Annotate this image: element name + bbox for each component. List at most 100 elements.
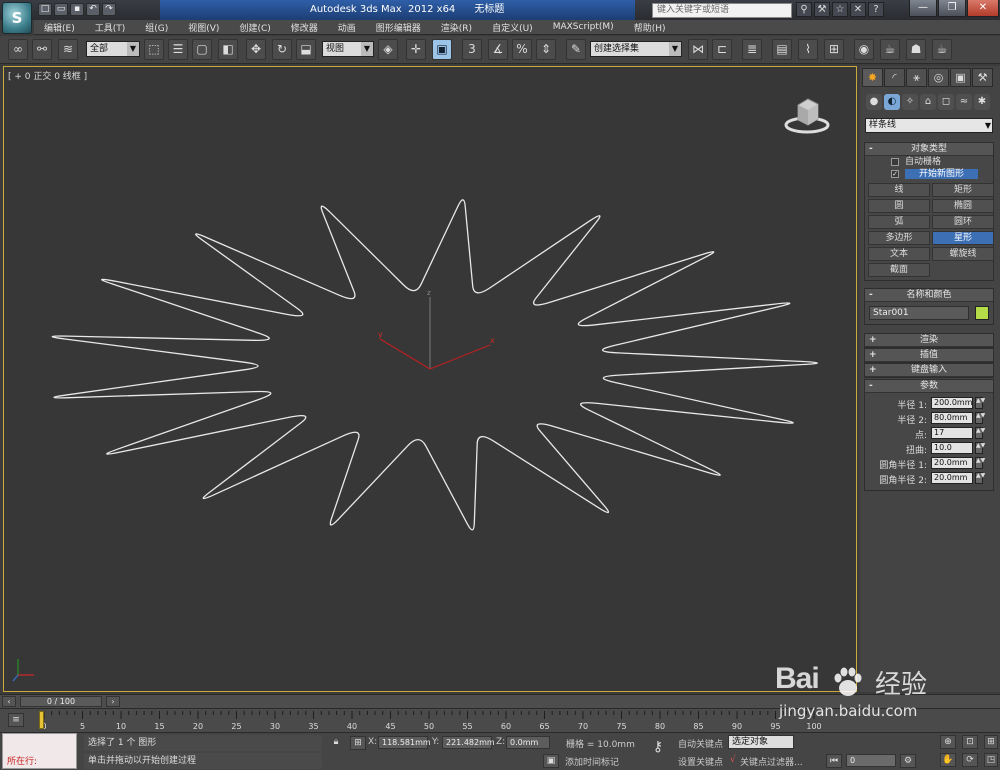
line-button[interactable]: 线: [868, 183, 930, 197]
absolute-mode-icon[interactable]: ⊞: [350, 736, 366, 750]
radius1-spinner[interactable]: ▲▼: [975, 397, 985, 409]
graphite-tools-icon[interactable]: ▤: [772, 39, 792, 60]
rendering-header[interactable]: + 渲染: [865, 334, 993, 347]
time-slider[interactable]: ‹ 0 / 100 ›: [0, 694, 1000, 708]
undo-icon[interactable]: ↶: [86, 3, 100, 16]
time-tag-icon[interactable]: ▣: [543, 754, 559, 768]
app-logo-button[interactable]: S: [2, 2, 32, 34]
menu-graph-editors[interactable]: 图形编辑器: [366, 21, 431, 34]
rectangular-selection-icon[interactable]: ▢: [192, 39, 212, 60]
donut-button[interactable]: 圆环: [932, 215, 994, 229]
zoom-all-icon[interactable]: ⊞: [984, 735, 998, 749]
menu-rendering[interactable]: 渲染(R): [431, 21, 482, 34]
open-file-icon[interactable]: ▭: [54, 3, 68, 16]
menu-animation[interactable]: 动画: [328, 21, 366, 34]
current-frame-marker[interactable]: [39, 711, 44, 729]
set-key-button[interactable]: 设置关键点: [678, 755, 723, 768]
close-window-button[interactable]: ✕: [967, 0, 999, 17]
x-coordinate-field[interactable]: 118.581mm: [378, 736, 431, 749]
text-button[interactable]: 文本: [868, 247, 930, 261]
shape-category-dropdown[interactable]: 样条线 ▼: [865, 118, 993, 133]
reference-coord-dropdown[interactable]: 视图 ▼: [322, 41, 374, 57]
start-new-shape-button[interactable]: 开始新图形: [905, 169, 979, 179]
window-crossing-icon[interactable]: ◧: [218, 39, 238, 60]
go-to-start-icon[interactable]: ⏮: [826, 754, 842, 768]
display-tab-icon[interactable]: ▣: [950, 68, 971, 87]
create-tab-icon[interactable]: ✸: [862, 68, 883, 87]
select-object-icon[interactable]: ⬚: [144, 39, 164, 60]
key-icon[interactable]: ⚷: [646, 740, 670, 759]
autogrid-checkbox[interactable]: [891, 158, 899, 166]
schematic-view-icon[interactable]: ⊞: [824, 39, 844, 60]
auto-key-button[interactable]: 自动关键点: [678, 737, 723, 750]
object-type-header[interactable]: - 对象类型: [865, 143, 993, 156]
mirror-icon[interactable]: ⋈: [688, 39, 708, 60]
radius2-input[interactable]: 80.0mm: [931, 412, 973, 424]
points-spinner[interactable]: ▲▼: [975, 427, 985, 439]
distortion-input[interactable]: 10.0: [931, 442, 973, 454]
binoculars-icon[interactable]: ⚲: [796, 2, 812, 17]
utilities-tab-icon[interactable]: ⚒: [972, 68, 993, 87]
menu-customize[interactable]: 自定义(U): [482, 21, 543, 34]
select-by-name-icon[interactable]: ☰: [168, 39, 188, 60]
new-file-icon[interactable]: □: [38, 3, 52, 16]
layer-manager-icon[interactable]: ≣: [742, 39, 762, 60]
star-button[interactable]: 星形: [932, 231, 994, 245]
radius1-input[interactable]: 200.0mm: [931, 397, 973, 409]
hierarchy-tab-icon[interactable]: ⚹: [906, 68, 927, 87]
systems-icon[interactable]: ✱: [974, 94, 990, 110]
orbit-icon[interactable]: ⟳: [962, 753, 978, 767]
rendered-frame-icon[interactable]: ☗: [906, 39, 926, 60]
arc-button[interactable]: 弧: [868, 215, 930, 229]
time-slider-thumb[interactable]: 0 / 100: [20, 696, 102, 707]
interpolation-header[interactable]: + 插值: [865, 349, 993, 362]
menu-create[interactable]: 创建(C): [229, 21, 280, 34]
align-icon[interactable]: ⊏: [712, 39, 732, 60]
key-filters-button[interactable]: 关键点过滤器...: [740, 755, 803, 768]
move-icon[interactable]: ✥: [246, 39, 266, 60]
tools-icon[interactable]: ⚒: [814, 2, 830, 17]
render-production-icon[interactable]: ☕: [932, 39, 952, 60]
minimize-button[interactable]: —: [909, 0, 937, 17]
redo-icon[interactable]: ↷: [102, 3, 116, 16]
current-frame-field[interactable]: 0: [846, 754, 896, 767]
time-config-icon[interactable]: ⚙: [900, 754, 916, 768]
viewcube-icon[interactable]: [784, 91, 830, 137]
rotate-icon[interactable]: ↻: [272, 39, 292, 60]
start-new-shape-checkbox[interactable]: ✓: [891, 170, 899, 178]
close-icon[interactable]: ✕: [850, 2, 866, 17]
named-selection-dropdown[interactable]: 创建选择集 ▼: [590, 41, 682, 57]
material-editor-icon[interactable]: ◉: [854, 39, 874, 60]
curve-editor-icon[interactable]: ⌇: [798, 39, 818, 60]
link-icon[interactable]: ∞: [8, 39, 28, 60]
distortion-spinner[interactable]: ▲▼: [975, 442, 985, 454]
y-coordinate-field[interactable]: 221.482mm: [442, 736, 495, 749]
add-time-tag-button[interactable]: 添加时间标记: [565, 755, 619, 768]
key-filter-icon[interactable]: √: [730, 755, 736, 765]
snaps-toggle-icon[interactable]: 3: [462, 39, 482, 60]
z-coordinate-field[interactable]: 0.0mm: [506, 736, 550, 749]
time-next-icon[interactable]: ›: [106, 696, 120, 707]
menu-help[interactable]: 帮助(H): [624, 21, 676, 34]
help-icon[interactable]: ?: [868, 2, 884, 17]
spinner-snap-icon[interactable]: ⇕: [536, 39, 556, 60]
circle-button[interactable]: 圆: [868, 199, 930, 213]
parameters-header[interactable]: - 参数: [865, 380, 993, 393]
shapes-icon[interactable]: ◐: [884, 94, 900, 110]
menu-edit[interactable]: 编辑(E): [34, 21, 85, 34]
selected-object-dropdown[interactable]: 选定对象: [728, 735, 794, 749]
menu-group[interactable]: 组(G): [135, 21, 178, 34]
pivot-center-icon[interactable]: ◈: [378, 39, 398, 60]
zoom-extents-icon[interactable]: ⊡: [962, 735, 978, 749]
help-search-input[interactable]: 键入关键字或短语: [652, 3, 792, 18]
selection-filter-dropdown[interactable]: 全部 ▼: [86, 41, 140, 57]
mini-curve-editor-icon[interactable]: ≡: [8, 713, 24, 727]
select-manipulate-icon[interactable]: ✛: [406, 39, 426, 60]
section-button[interactable]: 截面: [868, 263, 930, 277]
bind-space-warp-icon[interactable]: ≋: [58, 39, 78, 60]
lock-icon[interactable]: 🔒︎: [328, 736, 344, 750]
track-bar[interactable]: ≡ 0 5 10 15 20 25 30 35 40 45 50 55 60 65 70 75 80 85 90 95…: [0, 708, 1000, 732]
name-color-header[interactable]: - 名称和颜色: [865, 289, 993, 302]
pan-icon[interactable]: ✋: [940, 753, 956, 767]
rectangle-button[interactable]: 矩形: [932, 183, 994, 197]
